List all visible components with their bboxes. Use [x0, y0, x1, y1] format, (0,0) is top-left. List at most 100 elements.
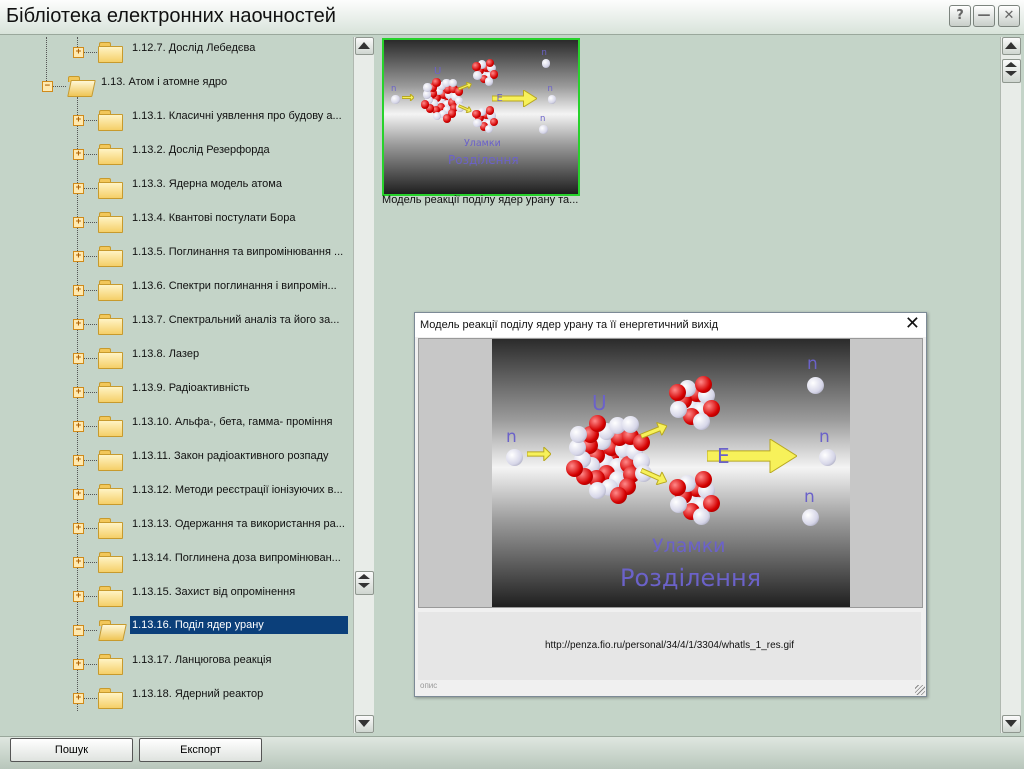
tree-branch-line [83, 188, 97, 189]
expand-icon[interactable]: + [73, 659, 84, 670]
fragment-arrow [457, 104, 473, 114]
neutron-label: n [807, 354, 818, 374]
popup-close-icon[interactable]: ✕ [905, 314, 920, 334]
nucleus-ball [621, 416, 639, 434]
expand-icon[interactable]: + [73, 557, 84, 568]
energy-label: E [717, 444, 730, 468]
content-scroll-up-button[interactable] [1002, 37, 1021, 55]
tree-item[interactable]: +1.13.10. Альфа-, бета, гамма- проміння [0, 407, 352, 437]
tree-branch-line [52, 86, 66, 87]
tree-scroll-down-button[interactable] [355, 715, 374, 733]
tree-item-label: 1.13.7. Спектральний аналіз та його за..… [132, 314, 340, 326]
image-preview-popup: Модель реакції поділу ядер урану та її е… [414, 312, 927, 697]
expand-icon[interactable]: + [73, 319, 84, 330]
tree-item[interactable]: +1.13.9. Радіоактивність [0, 373, 352, 403]
export-button[interactable]: Експорт [139, 738, 262, 762]
nucleus-ball [442, 114, 452, 123]
tree-scroll-up-button[interactable] [355, 37, 374, 55]
tree-branch-line [83, 358, 97, 359]
folder-icon [98, 178, 123, 199]
popup-source-url: http://penza.fio.ru/personal/34/4/1/3304… [544, 640, 795, 651]
fragment-arrow [457, 80, 473, 91]
resize-grip-icon[interactable] [915, 685, 925, 695]
collapse-icon[interactable]: − [42, 81, 53, 92]
content-scroll-down-button[interactable] [1002, 715, 1021, 733]
tree-scroll-thumb[interactable] [355, 571, 374, 595]
expand-icon[interactable]: + [73, 285, 84, 296]
tree-item[interactable]: +1.13.13. Одержання та використання ра..… [0, 509, 352, 539]
expand-icon[interactable]: + [73, 455, 84, 466]
tree-item[interactable]: +1.13.6. Спектри поглинання і випромін..… [0, 271, 352, 301]
tree-item-label: 1.12.7. Дослід Лебедєва [132, 42, 256, 54]
neutron-label: n [506, 427, 517, 447]
expand-icon[interactable]: + [73, 387, 84, 398]
neutron-label: n [804, 487, 815, 507]
expand-icon[interactable]: + [73, 251, 84, 262]
nucleus-ball [432, 78, 441, 87]
expand-icon[interactable]: + [73, 183, 84, 194]
tree-item[interactable]: +1.12.7. Дослід Лебедєва [0, 37, 352, 63]
tree-item[interactable]: +1.13.18. Ядерний реактор [0, 679, 352, 709]
content-scroll-thumb[interactable] [1002, 59, 1021, 83]
minimize-button[interactable]: — [973, 5, 995, 27]
popup-header: Модель реакції поділу ядер урану та її е… [415, 313, 926, 337]
nucleus-ball [589, 482, 607, 500]
topic-tree: +1.12.7. Дослід Лебедєва − 1.13. Атом і ат… [0, 37, 352, 733]
tree-item-label: 1.13.15. Захист від опромінення [132, 586, 296, 598]
expand-icon[interactable]: + [73, 421, 84, 432]
tree-item[interactable]: +1.13.12. Методи реєстрації іонізуючих в… [0, 475, 352, 505]
fragment-ball [484, 77, 494, 86]
expand-icon[interactable]: + [73, 353, 84, 364]
fragment-ball [472, 109, 481, 119]
folder-icon [98, 484, 123, 505]
neutron-ball [819, 449, 836, 466]
uranium-label: U [592, 391, 607, 415]
expand-icon[interactable]: + [73, 591, 84, 602]
close-button[interactable]: ✕ [998, 5, 1020, 27]
fragment-ball [693, 413, 711, 431]
image-thumbnail[interactable]: n U En n n Уламки Розділення [382, 38, 580, 196]
tree-branch-line [83, 494, 97, 495]
expand-icon[interactable]: + [73, 523, 84, 534]
tree-scrollbar[interactable] [353, 37, 374, 733]
collapse-icon[interactable]: − [73, 625, 84, 636]
expand-icon[interactable]: + [73, 47, 84, 58]
help-button[interactable]: ? [949, 5, 971, 27]
expand-icon[interactable]: + [73, 217, 84, 228]
tree-item[interactable]: − 1.13.16. Поділ ядер урану [0, 611, 352, 641]
expand-icon[interactable]: + [73, 489, 84, 500]
tree-item-label: 1.13.4. Квантові постулати Бора [132, 212, 296, 224]
folder-icon [98, 552, 123, 573]
tree-item[interactable]: +1.13.8. Лазер [0, 339, 352, 369]
tree-branch-line [83, 290, 97, 291]
expand-icon[interactable]: + [73, 693, 84, 704]
tree-branch-line [83, 256, 97, 257]
folder-icon [98, 654, 123, 675]
tree-item[interactable]: +1.13.4. Квантові постулати Бора [0, 203, 352, 233]
tree-item[interactable]: +1.13.11. Закон радіоактивного розпаду [0, 441, 352, 471]
neutron-label: n [391, 84, 397, 94]
tree-item-label: 1.13.6. Спектри поглинання і випромін... [132, 280, 337, 292]
thumbnail-caption: Модель реакції поділу ядер урану та... [382, 194, 579, 206]
tree-item[interactable]: +1.13.15. Захист від опромінення [0, 577, 352, 607]
search-button[interactable]: Пошук [10, 738, 133, 762]
tree-item[interactable]: +1.13.1. Класичні уявлення про будову а.… [0, 101, 352, 131]
tree-item[interactable]: +1.13.17. Ланцюгова реакція [0, 645, 352, 675]
tree-item[interactable]: +1.13.3. Ядерна модель атома [0, 169, 352, 199]
content-scrollbar[interactable] [1000, 37, 1021, 733]
tree-branch-line [83, 460, 97, 461]
tree-branch-line [83, 120, 97, 121]
tree-item[interactable]: +1.13.5. Поглинання та випромінювання ..… [0, 237, 352, 267]
fragment-ball [472, 62, 481, 71]
tree-item[interactable]: +1.13.2. Дослід Резерфорда [0, 135, 352, 165]
tree-item-label: 1.13.13. Одержання та використання ра... [132, 518, 345, 530]
tree-item-label: 1.13.18. Ядерний реактор [132, 688, 264, 700]
tree-item[interactable]: − 1.13. Атом і атомне ядро [0, 67, 352, 97]
tree-item-label: 1.13.16. Поділ ядер урану [130, 616, 348, 634]
tree-item-label: 1.13.11. Закон радіоактивного розпаду [132, 450, 329, 462]
tree-item[interactable]: +1.13.14. Поглинена доза випромінюван... [0, 543, 352, 573]
tree-item[interactable]: +1.13.7. Спектральний аналіз та його за.… [0, 305, 352, 335]
expand-icon[interactable]: + [73, 149, 84, 160]
popup-source-area: http://penza.fio.ru/personal/34/4/1/3304… [418, 612, 921, 680]
expand-icon[interactable]: + [73, 115, 84, 126]
